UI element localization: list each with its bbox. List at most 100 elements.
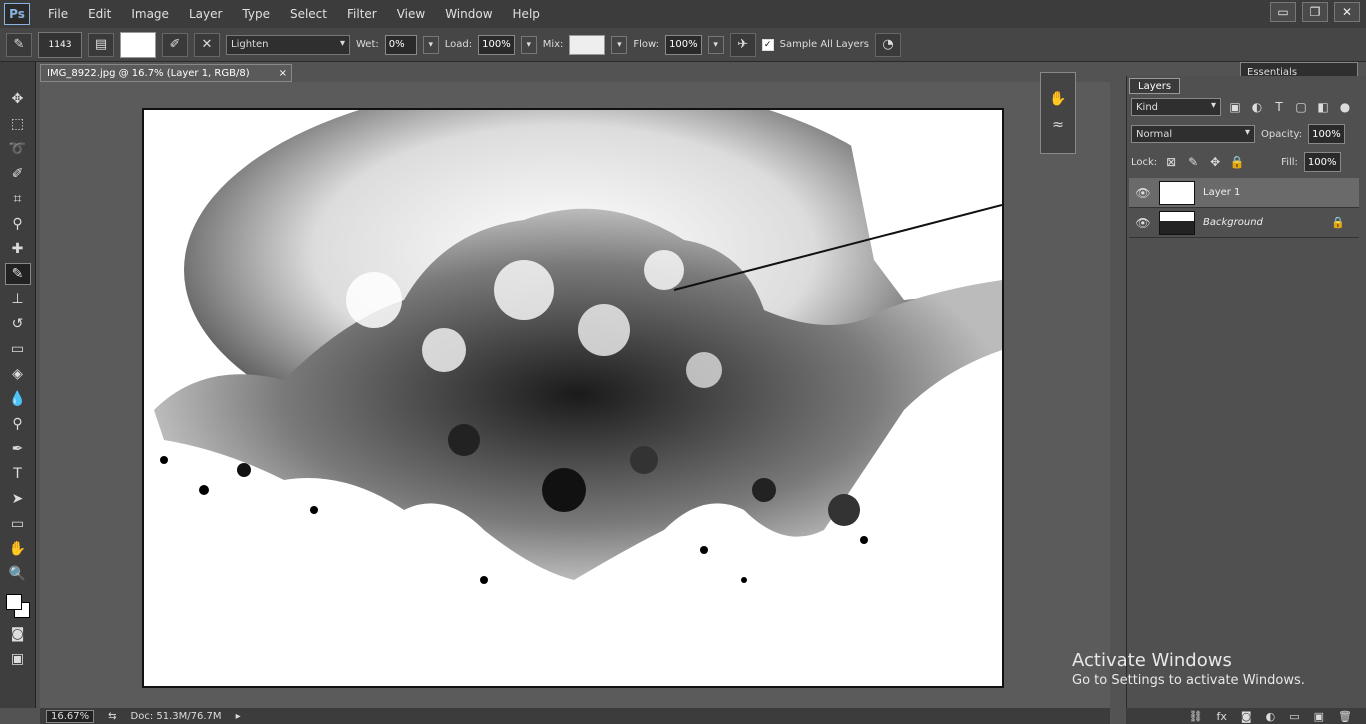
link-layers-icon[interactable]: ⛓ (1189, 710, 1203, 723)
layer-style-icon[interactable]: fx (1217, 710, 1227, 723)
move-tool-icon[interactable]: ✥ (5, 88, 31, 110)
menu-view[interactable]: View (387, 7, 435, 21)
menu-layer[interactable]: Layer (179, 7, 232, 21)
opacity-input[interactable]: 100% (1308, 124, 1345, 144)
opacity-label: Opacity: (1261, 128, 1303, 140)
filter-type-icon[interactable]: T (1271, 99, 1287, 115)
layer-filter-select[interactable]: Kind (1131, 98, 1221, 116)
airbrush-icon[interactable]: ✈ (729, 32, 756, 57)
filter-pixel-icon[interactable]: ▣ (1227, 99, 1243, 115)
menu-window[interactable]: Window (435, 7, 502, 21)
filter-adjustment-icon[interactable]: ◐ (1249, 99, 1265, 115)
new-layer-icon[interactable]: ▣ (1314, 710, 1324, 723)
new-group-icon[interactable]: ▭ (1289, 710, 1299, 723)
blend-mode-select[interactable]: Normal (1131, 125, 1255, 143)
sample-all-layers-checkbox[interactable]: ✓ (761, 38, 774, 51)
close-button[interactable]: ✕ (1334, 2, 1360, 22)
lock-transparent-icon[interactable]: ⊠ (1163, 154, 1179, 170)
blur-tool-icon[interactable]: 💧 (5, 388, 31, 410)
hand-tool-icon[interactable]: ✋ (5, 538, 31, 560)
lasso-tool-icon[interactable]: ➰ (5, 138, 31, 160)
hand-icon[interactable]: ✋ (1047, 89, 1069, 109)
paint-bucket-tool-icon[interactable]: ◈ (5, 363, 31, 385)
tools-panel: ✥ ⬚ ➰ ✐ ⌗ ⚲ ✚ ✎ ⊥ ↺ ▭ ◈ 💧 ⚲ ✒ T ➤ ▭ ✋ 🔍 … (0, 62, 36, 708)
lock-all-icon[interactable]: 🔒 (1229, 154, 1245, 170)
load-input[interactable]: 100% (478, 34, 515, 55)
filter-shape-icon[interactable]: ▢ (1293, 99, 1309, 115)
filter-smart-object-icon[interactable]: ◧ (1315, 99, 1331, 115)
menu-select[interactable]: Select (280, 7, 337, 21)
adjustment-layer-icon[interactable]: ◐ (1266, 710, 1276, 723)
flow-input[interactable]: 100% (665, 34, 702, 55)
lock-image-icon[interactable]: ✎ (1185, 154, 1201, 170)
menu-bar: Ps File Edit Image Layer Type Select Fil… (0, 0, 1366, 28)
restore-button[interactable]: ❐ (1302, 2, 1328, 22)
activate-windows-watermark: Activate Windows Go to Settings to activ… (1072, 650, 1305, 688)
menu-edit[interactable]: Edit (78, 7, 121, 21)
status-share-icon[interactable]: ⇆ (108, 711, 116, 722)
clean-brush-icon[interactable]: ✕ (194, 32, 220, 57)
history-brush-tool-icon[interactable]: ↺ (5, 313, 31, 335)
brush-panel-toggle-icon[interactable]: ▤ (88, 32, 114, 57)
eraser-tool-icon[interactable]: ▭ (5, 338, 31, 360)
pressure-size-icon[interactable]: ◔ (875, 32, 901, 57)
quick-selection-tool-icon[interactable]: ✐ (5, 163, 31, 185)
close-document-icon[interactable]: × (279, 68, 287, 79)
zoom-tool-icon[interactable]: 🔍 (5, 563, 31, 585)
load-label: Load: (444, 39, 473, 50)
shape-tool-icon[interactable]: ▭ (5, 513, 31, 535)
lock-row: Lock: ⊠ ✎ ✥ 🔒 Fill: 100% (1131, 152, 1341, 172)
marquee-tool-icon[interactable]: ⬚ (5, 113, 31, 135)
activate-windows-subtitle: Go to Settings to activate Windows. (1072, 673, 1305, 688)
layer-row[interactable]: 👁 Background 🔒 (1129, 208, 1359, 238)
brush-preset-picker[interactable]: 1143 (38, 31, 82, 58)
eyedropper-tool-icon[interactable]: ⚲ (5, 213, 31, 235)
clone-stamp-tool-icon[interactable]: ⊥ (5, 288, 31, 310)
wet-input[interactable]: 0% (384, 34, 417, 55)
zoom-level-field[interactable]: 16.67% (46, 709, 95, 723)
status-bar: 16.67% ⇆ Doc: 51.3M/76.7M ▸ (40, 708, 1110, 724)
menu-type[interactable]: Type (232, 7, 280, 21)
blend-combo-select[interactable]: Lighten (226, 34, 350, 55)
menu-help[interactable]: Help (503, 7, 550, 21)
fill-input[interactable]: 100% (1303, 152, 1341, 172)
healing-brush-tool-icon[interactable]: ✚ (5, 238, 31, 260)
load-dropdown-icon[interactable]: ▾ (520, 35, 537, 54)
wet-dropdown-icon[interactable]: ▾ (422, 35, 439, 54)
type-tool-icon[interactable]: T (5, 463, 31, 485)
current-brush-load-swatch[interactable] (120, 31, 156, 58)
add-mask-icon[interactable]: ◙ (1241, 710, 1252, 723)
load-brush-icon[interactable]: ✐ (162, 32, 188, 57)
canvas-area[interactable] (40, 82, 1110, 708)
dodge-tool-icon[interactable]: ⚲ (5, 413, 31, 435)
pen-tool-icon[interactable]: ✒ (5, 438, 31, 460)
quick-mask-icon[interactable]: ◙ (5, 623, 31, 645)
menu-filter[interactable]: Filter (337, 7, 387, 21)
lock-position-icon[interactable]: ✥ (1207, 154, 1223, 170)
visibility-eye-icon[interactable]: 👁 (1135, 215, 1151, 231)
status-menu-arrow-icon[interactable]: ▸ (236, 711, 241, 722)
brush-tool-icon[interactable]: ✎ (4, 263, 31, 285)
path-selection-tool-icon[interactable]: ➤ (5, 488, 31, 510)
layer-row[interactable]: 👁 Layer 1 (1129, 178, 1359, 208)
flow-dropdown-icon[interactable]: ▾ (707, 35, 724, 54)
photoshop-logo: Ps (4, 3, 30, 25)
wet-label: Wet: (356, 39, 379, 50)
brush-settings-icon[interactable]: ≈ (1047, 115, 1069, 135)
delete-layer-icon[interactable]: 🗑 (1338, 710, 1352, 723)
visibility-eye-icon[interactable]: 👁 (1135, 185, 1151, 201)
mixer-brush-tool-icon[interactable]: ✎ (6, 32, 32, 57)
menu-file[interactable]: File (38, 7, 78, 21)
crop-tool-icon[interactable]: ⌗ (5, 188, 31, 210)
flow-label: Flow: (633, 39, 660, 50)
mix-input[interactable] (569, 34, 606, 55)
foreground-color-swatch[interactable] (5, 594, 22, 610)
filter-toggle-icon[interactable]: ● (1337, 99, 1353, 115)
document-canvas[interactable] (142, 108, 1004, 688)
layers-tab[interactable]: Layers (1129, 78, 1181, 94)
menu-image[interactable]: Image (121, 7, 179, 21)
mix-dropdown-icon[interactable]: ▾ (611, 35, 628, 54)
screen-mode-icon[interactable]: ▣ (5, 648, 31, 670)
document-tab[interactable]: IMG_8922.jpg @ 16.7% (Layer 1, RGB/8) × (40, 64, 292, 82)
minimize-button[interactable]: ▭ (1270, 2, 1296, 22)
